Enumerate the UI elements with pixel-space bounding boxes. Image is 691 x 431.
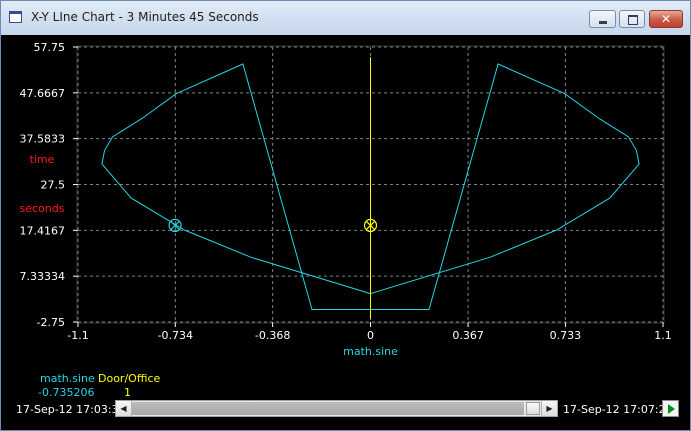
y-tick-label: 17.4167: [20, 224, 66, 237]
close-button[interactable]: ✕: [649, 10, 683, 28]
play-icon: [668, 404, 675, 414]
x-tick-label: 0: [367, 329, 374, 342]
window-title: X-Y LIne Chart - 3 Minutes 45 Seconds: [31, 10, 259, 24]
x-tick-label: 0.367: [452, 329, 484, 342]
readout-series1-name: math.sine: [40, 372, 95, 385]
scroll-thumb[interactable]: [526, 402, 540, 415]
y-tick-label: 7.33334: [20, 270, 66, 283]
timeline-end: 17-Sep-12 17:07:20: [563, 403, 673, 416]
timeline-scrollbar[interactable]: ◀ ▶: [115, 400, 558, 417]
y-axis-label: seconds: [20, 202, 65, 215]
minimize-icon: [599, 21, 607, 24]
maximize-icon: [628, 15, 638, 25]
y-tick-label: -2.75: [37, 316, 65, 329]
readout-series1-value: -0.735206: [38, 386, 95, 399]
y-axis-label: time: [30, 153, 55, 166]
close-icon: ✕: [660, 12, 672, 26]
x-tick-label: -0.368: [255, 329, 290, 342]
scroll-track[interactable]: [132, 402, 524, 415]
y-tick-label: 37.5833: [20, 133, 66, 146]
readout-series2-value: 1: [124, 386, 131, 399]
y-tick-label: 57.75: [34, 41, 66, 54]
y-tick-label: 47.6667: [20, 87, 66, 100]
scroll-right-icon[interactable]: ▶: [541, 401, 557, 416]
timeline-start: 17-Sep-12 17:03:35: [16, 403, 126, 416]
minimize-button[interactable]: [589, 10, 616, 28]
x-axis-label: math.sine: [343, 345, 398, 358]
x-tick-label: -1.1: [67, 329, 88, 342]
x-tick-label: 0.733: [550, 329, 582, 342]
play-button[interactable]: [662, 400, 679, 417]
maximize-button[interactable]: [619, 10, 645, 28]
title-bar[interactable]: X-Y LIne Chart - 3 Minutes 45 Seconds ✕: [1, 1, 690, 35]
window-icon: [9, 11, 22, 23]
chart-window: X-Y LIne Chart - 3 Minutes 45 Seconds ✕ …: [0, 0, 691, 431]
chart-background: [2, 35, 690, 365]
y-tick-label: 27.5: [41, 179, 66, 192]
x-tick-label: 1.1: [654, 329, 672, 342]
xy-line-chart[interactable]: -1.1 -0.734 -0.368 0 0.367 0.733 1.1 57.75 47.66…: [2, 35, 690, 365]
scroll-left-icon[interactable]: ◀: [116, 401, 132, 416]
readout-series2-name: Door/Office: [98, 372, 161, 385]
x-tick-label: -0.734: [158, 329, 193, 342]
